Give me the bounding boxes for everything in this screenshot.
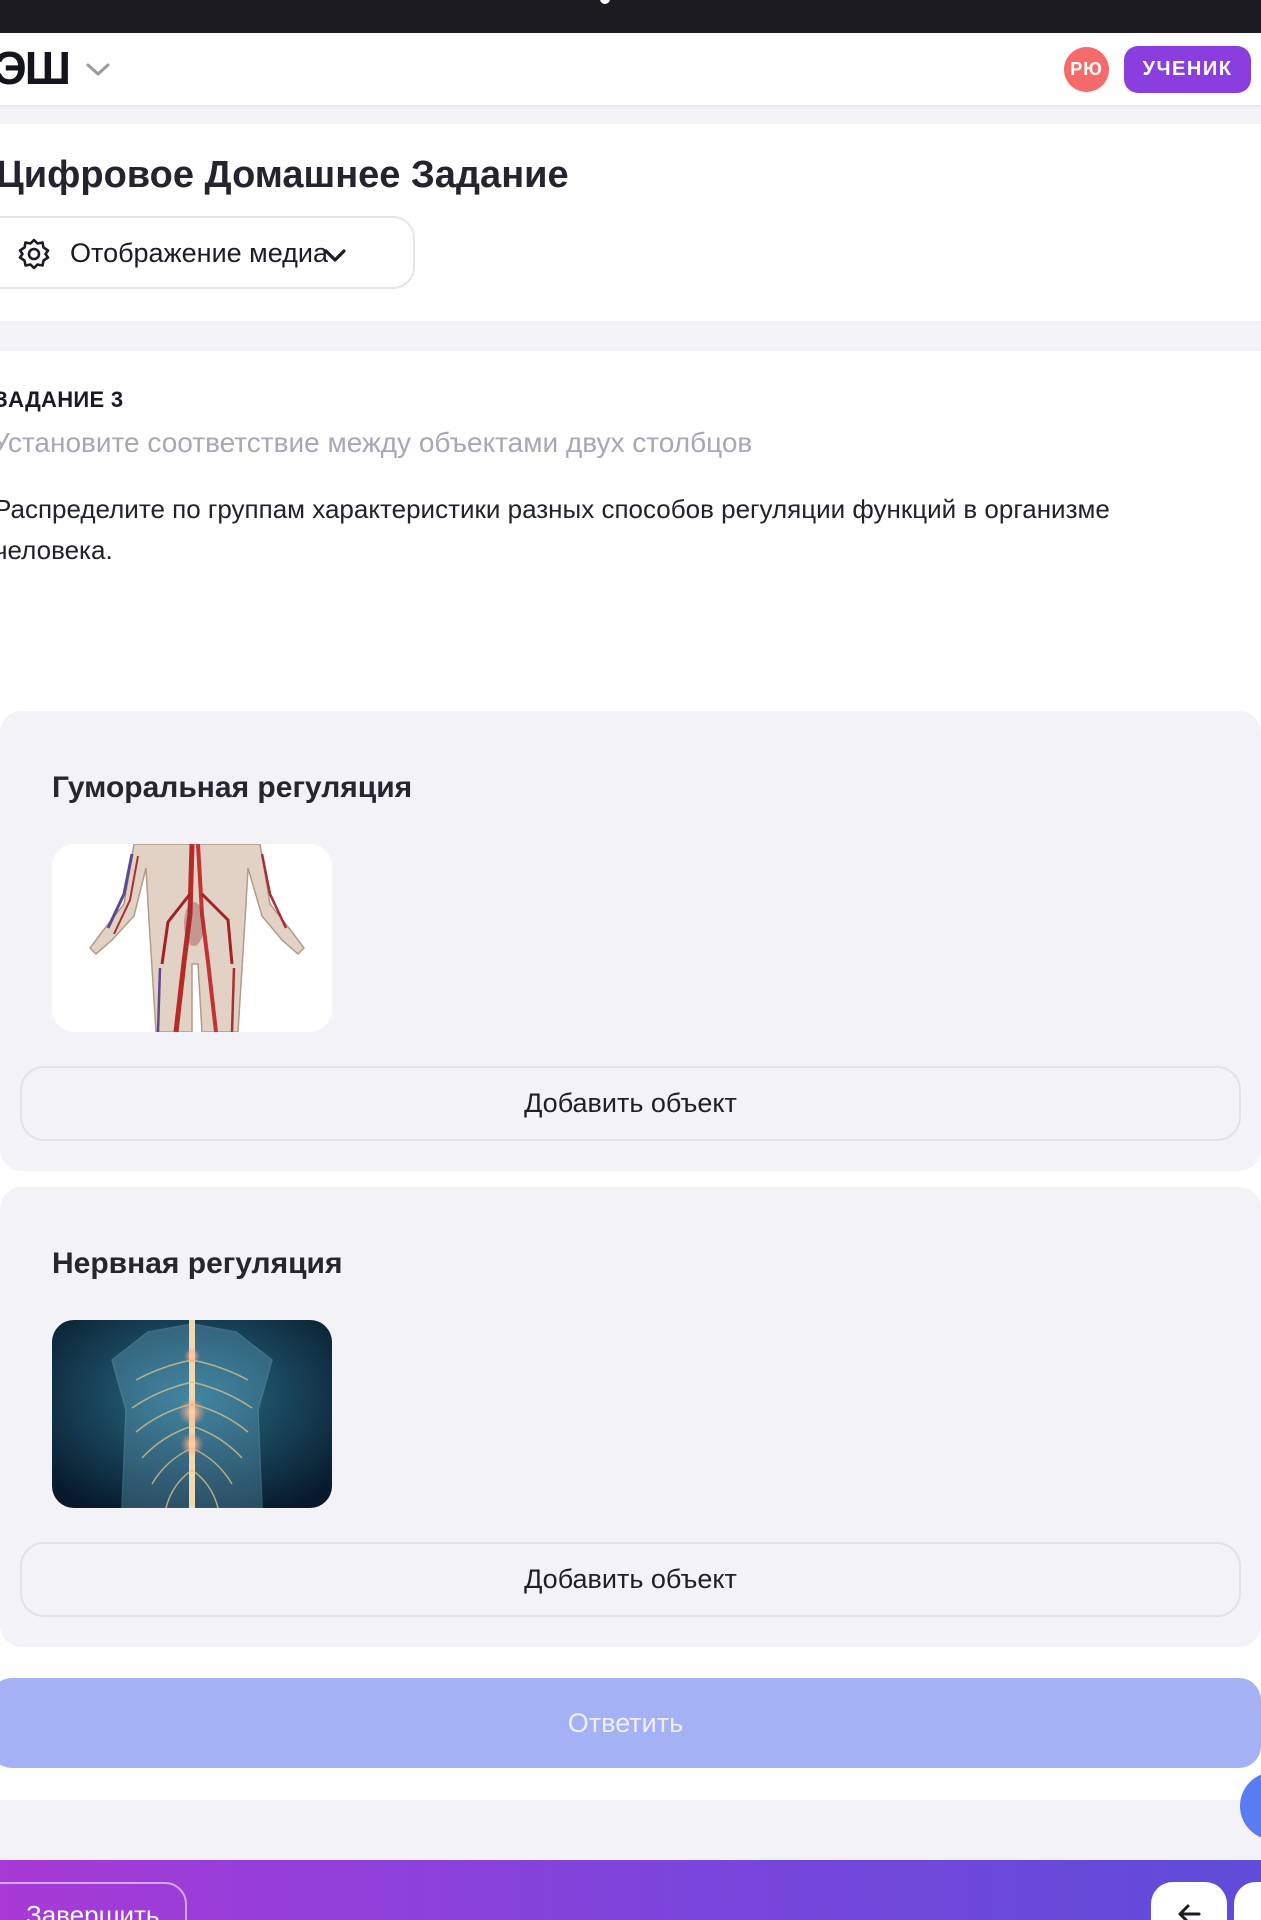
app-logo[interactable]: ЭШ: [0, 45, 71, 91]
group-humoral-regulation: Гуморальная регуляция Добавить объект: [0, 711, 1261, 1171]
group-title: Гуморальная регуляция: [52, 771, 413, 804]
group-title: Нервная регуляция: [52, 1247, 343, 1280]
add-object-button[interactable]: Добавить объект: [20, 1542, 1241, 1617]
task-number: ЗАДАНИЕ 3: [0, 387, 124, 412]
task-card: ЗАДАНИЕ 3 Установите соответствие между …: [0, 351, 1261, 1800]
media-display-dropdown[interactable]: Отображение медиа: [0, 216, 415, 289]
nervous-system-image[interactable]: [52, 1320, 332, 1508]
answer-button[interactable]: Ответить: [0, 1678, 1261, 1768]
prev-task-button[interactable]: [1151, 1882, 1227, 1920]
arrow-left-icon: [1178, 1904, 1201, 1920]
avatar[interactable]: РЮ: [1064, 47, 1109, 92]
task-instruction: Установите соответствие между объектами …: [0, 427, 753, 458]
camera-indicator: [600, 0, 610, 4]
finish-button[interactable]: Завершить: [0, 1882, 187, 1920]
media-dropdown-label: Отображение медиа: [70, 238, 329, 268]
next-task-button[interactable]: [1234, 1882, 1261, 1920]
footer-bar: Завершить: [0, 1860, 1261, 1920]
task-text: Распределите по группам характеристики р…: [0, 494, 1110, 565]
chevron-down-icon: [324, 249, 346, 262]
page-title: Цифровое Домашнее Задание: [0, 154, 569, 196]
role-badge[interactable]: УЧЕНИК: [1124, 46, 1251, 93]
title-card: Цифровое Домашнее Задание Отображение ме…: [0, 124, 1261, 321]
status-bar: [0, 0, 1261, 33]
group-nervous-regulation: Нервная регуляция Добавить объект: [0, 1187, 1261, 1647]
chevron-down-icon[interactable]: [84, 59, 112, 79]
add-object-button[interactable]: Добавить объект: [20, 1066, 1241, 1141]
gear-icon: [18, 238, 50, 270]
app-header: ЭШ РЮ УЧЕНИК: [0, 33, 1261, 107]
circulatory-system-image[interactable]: [52, 844, 332, 1032]
